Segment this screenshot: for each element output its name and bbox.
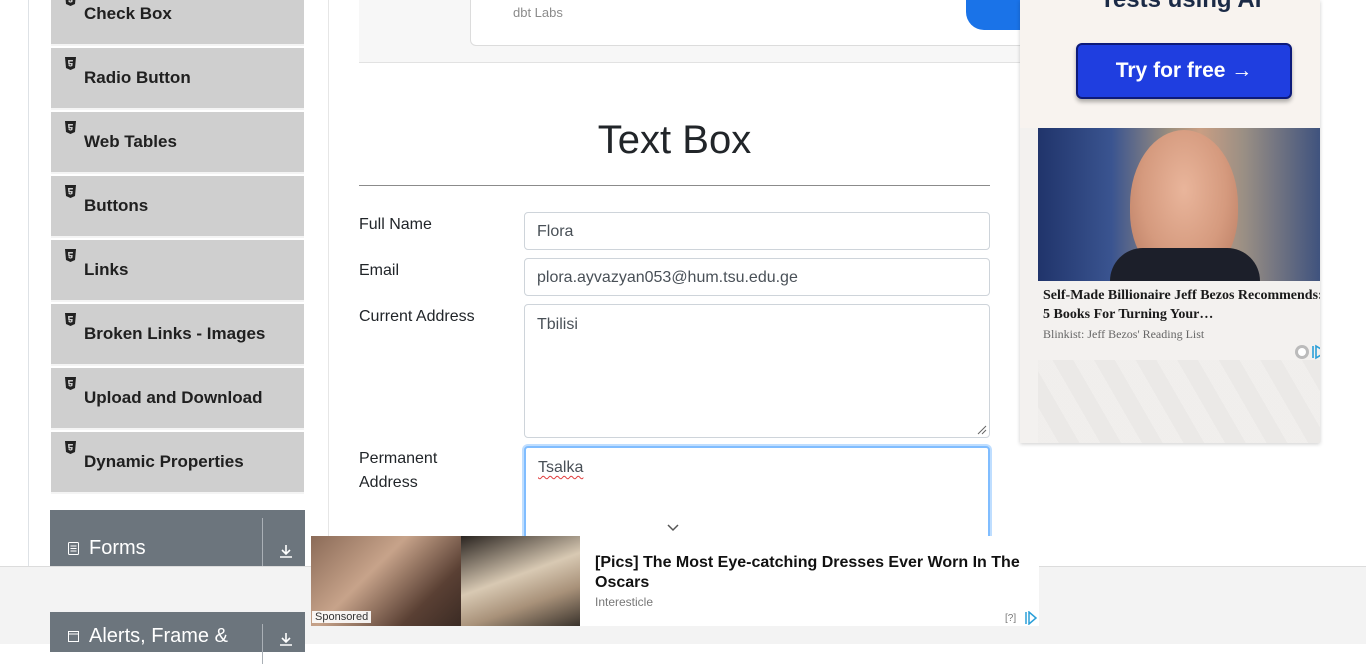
title-divider [359, 185, 990, 186]
ad-image-right[interactable] [461, 536, 580, 626]
current-address-label: Current Address [359, 308, 475, 325]
sponsored-label: Sponsored [312, 611, 372, 623]
html5-icon [65, 249, 76, 262]
permanent-address-label: Permanent Address [359, 447, 437, 495]
full-name-input[interactable]: Flora [524, 212, 990, 250]
full-name-label: Full Name [359, 216, 432, 233]
sidebar-item-upload-download[interactable]: Upload and Download [51, 368, 304, 430]
sidebar-item-broken-links[interactable]: Broken Links - Images [51, 304, 304, 366]
html5-icon [65, 185, 76, 198]
current-address-value: Tbilisi [537, 316, 578, 333]
sidebar-item-label: Radio Button [84, 68, 191, 87]
current-address-textarea[interactable]: Tbilisi [524, 304, 990, 438]
sidebar-item-check-box[interactable]: Check Box [51, 0, 304, 46]
try-for-free-button[interactable]: Try for free → [1076, 43, 1292, 99]
sidebar-group-label: Alerts, Frame & [89, 625, 228, 647]
permanent-address-value: Tsalka [538, 459, 584, 476]
bottom-ad-source: Interesticle [595, 595, 654, 609]
ad-photo-suit [1110, 248, 1260, 281]
ad-tagline: Tests using AI [1100, 0, 1261, 14]
permanent-address-label-line2: Address [359, 474, 418, 491]
email-input[interactable]: plora.ayvazyan053@hum.tsu.edu.ge [524, 258, 990, 296]
permanent-address-label-line1: Permanent [359, 450, 438, 467]
sidebar-item-web-tables[interactable]: Web Tables [51, 112, 304, 174]
adchoices-icon[interactable] [1023, 611, 1037, 625]
download-arrow-icon[interactable] [278, 631, 294, 647]
sidebar-item-label: Upload and Download [84, 388, 263, 407]
ad-photo[interactable] [1038, 128, 1320, 281]
group-divider [262, 518, 263, 568]
sidebar-item-radio-button[interactable]: Radio Button [51, 48, 304, 110]
html5-icon [65, 377, 76, 390]
adchoices-icon[interactable] [1294, 344, 1320, 360]
ad-source: Blinkist: Jeff Bezos' Reading List [1043, 327, 1205, 341]
sidebar-item-label: Buttons [84, 196, 149, 215]
email-label: Email [359, 262, 400, 279]
resize-handle-icon[interactable] [977, 425, 987, 435]
html5-icon [65, 57, 76, 70]
sidebar-item-buttons[interactable]: Buttons [51, 176, 304, 238]
sidebar-group-label: Forms [89, 537, 146, 559]
bottom-ad[interactable]: Sponsored [Pics] The Most Eye-catching D… [311, 536, 1039, 626]
sidebar-item-label: Links [84, 260, 129, 279]
sidebar-group-forms[interactable]: Forms [50, 510, 305, 570]
ad-background-pattern [1038, 360, 1320, 443]
html5-icon [65, 441, 76, 454]
html5-icon [65, 0, 76, 6]
right-ad[interactable]: Tests using AI Try for free → Self-Made … [1020, 0, 1320, 443]
window-icon [68, 631, 79, 642]
html5-icon [65, 313, 76, 326]
download-arrow-icon[interactable] [278, 543, 294, 559]
ad-info-link[interactable]: [?] [1005, 613, 1016, 624]
top-ad-brand: dbt Labs [513, 5, 563, 20]
group-divider [262, 624, 263, 664]
ad-headline[interactable]: Self-Made Billionaire Jeff Bezos Recomme… [1043, 286, 1320, 324]
sidebar-item-label: Web Tables [84, 132, 177, 151]
chevron-down-icon[interactable] [665, 519, 681, 535]
html5-icon [65, 121, 76, 134]
sidebar-item-dynamic-properties[interactable]: Dynamic Properties [51, 432, 304, 494]
page-title: Text Box [597, 118, 752, 162]
sidebar-item-label: Check Box [84, 4, 172, 23]
bottom-ad-headline[interactable]: [Pics] The Most Eye-catching Dresses Eve… [595, 553, 1035, 593]
sidebar-item-label: Broken Links - Images [84, 324, 266, 343]
sidebar-border [28, 0, 29, 643]
sidebar-item-links[interactable]: Links [51, 240, 304, 302]
sidebar-item-label: Dynamic Properties [84, 452, 244, 471]
top-ad-button[interactable] [966, 0, 1026, 30]
sidebar-group-alerts[interactable]: Alerts, Frame & [50, 612, 305, 664]
document-icon [68, 542, 79, 555]
